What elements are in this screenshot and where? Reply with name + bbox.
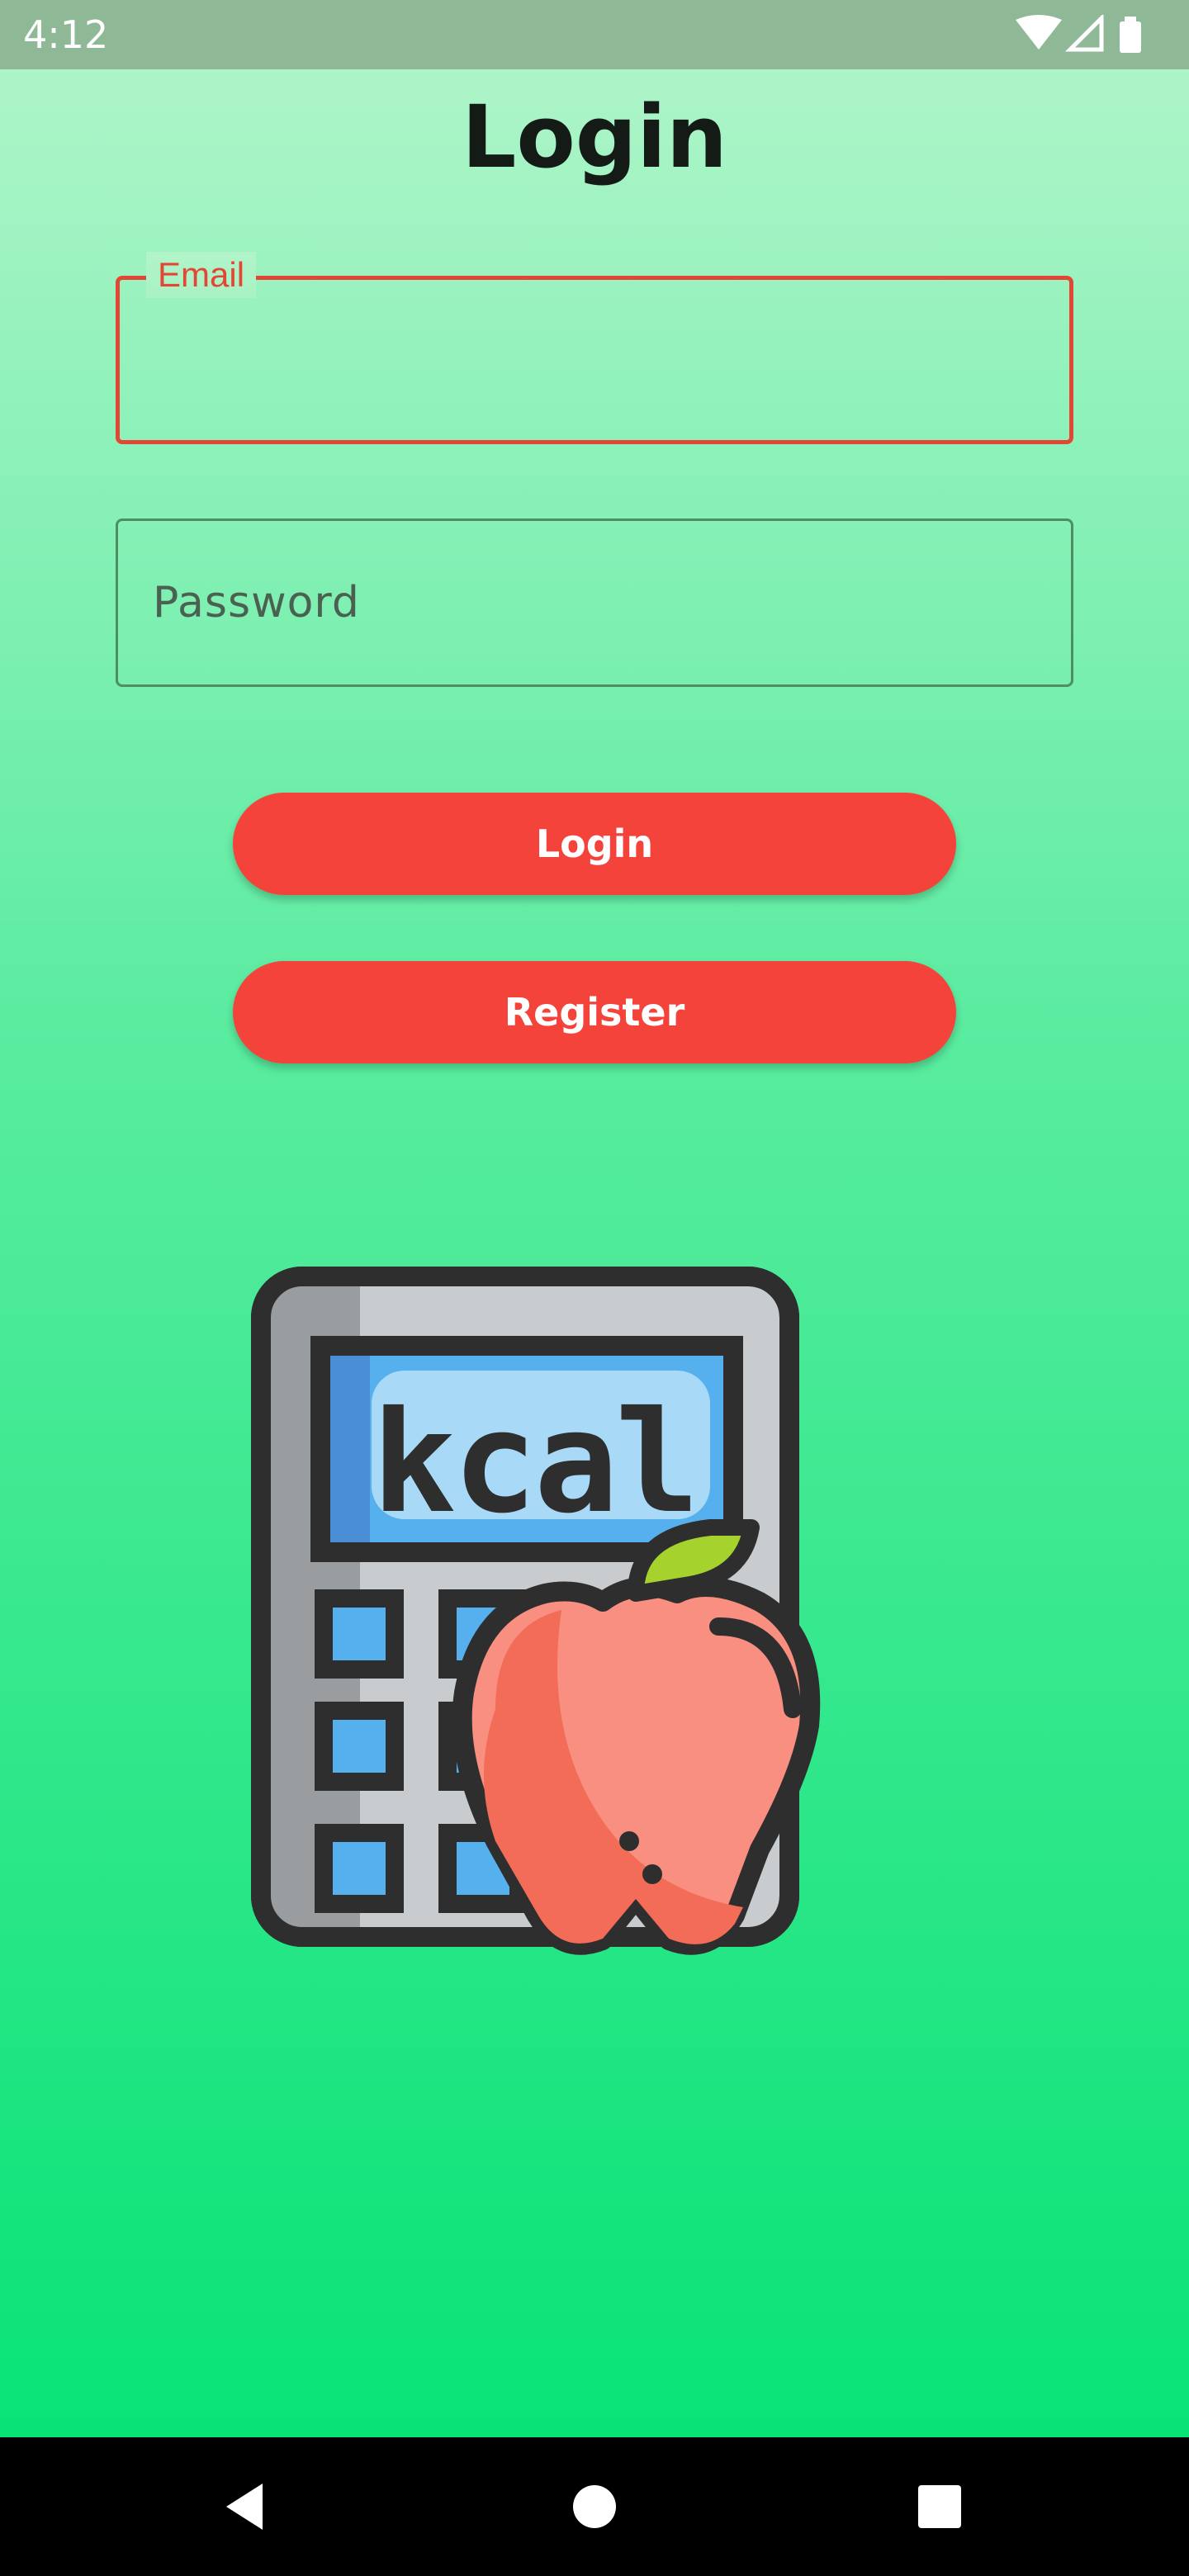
register-button[interactable]: Register [233,961,956,1063]
login-button[interactable]: Login [233,793,956,895]
password-field[interactable] [116,519,1073,687]
battery-icon [1120,17,1141,53]
navigation-bar [0,2437,1189,2576]
recents-icon[interactable] [905,2472,974,2541]
page-title: Login [462,87,727,187]
wifi-icon [1016,15,1062,50]
email-field[interactable]: Email [116,252,1073,444]
calculator-apple-icon: kcal [251,1267,821,1955]
password-input[interactable] [151,521,1038,684]
email-input[interactable] [153,280,1036,440]
illustration: kcal [248,1263,941,1965]
home-icon[interactable] [560,2472,629,2541]
status-icons [1016,15,1156,54]
status-time: 4:12 [23,12,109,57]
screen-text: kcal [372,1381,696,1545]
signal-icon [1064,15,1104,52]
status-bar: 4:12 [0,0,1189,69]
back-icon[interactable] [215,2472,284,2541]
